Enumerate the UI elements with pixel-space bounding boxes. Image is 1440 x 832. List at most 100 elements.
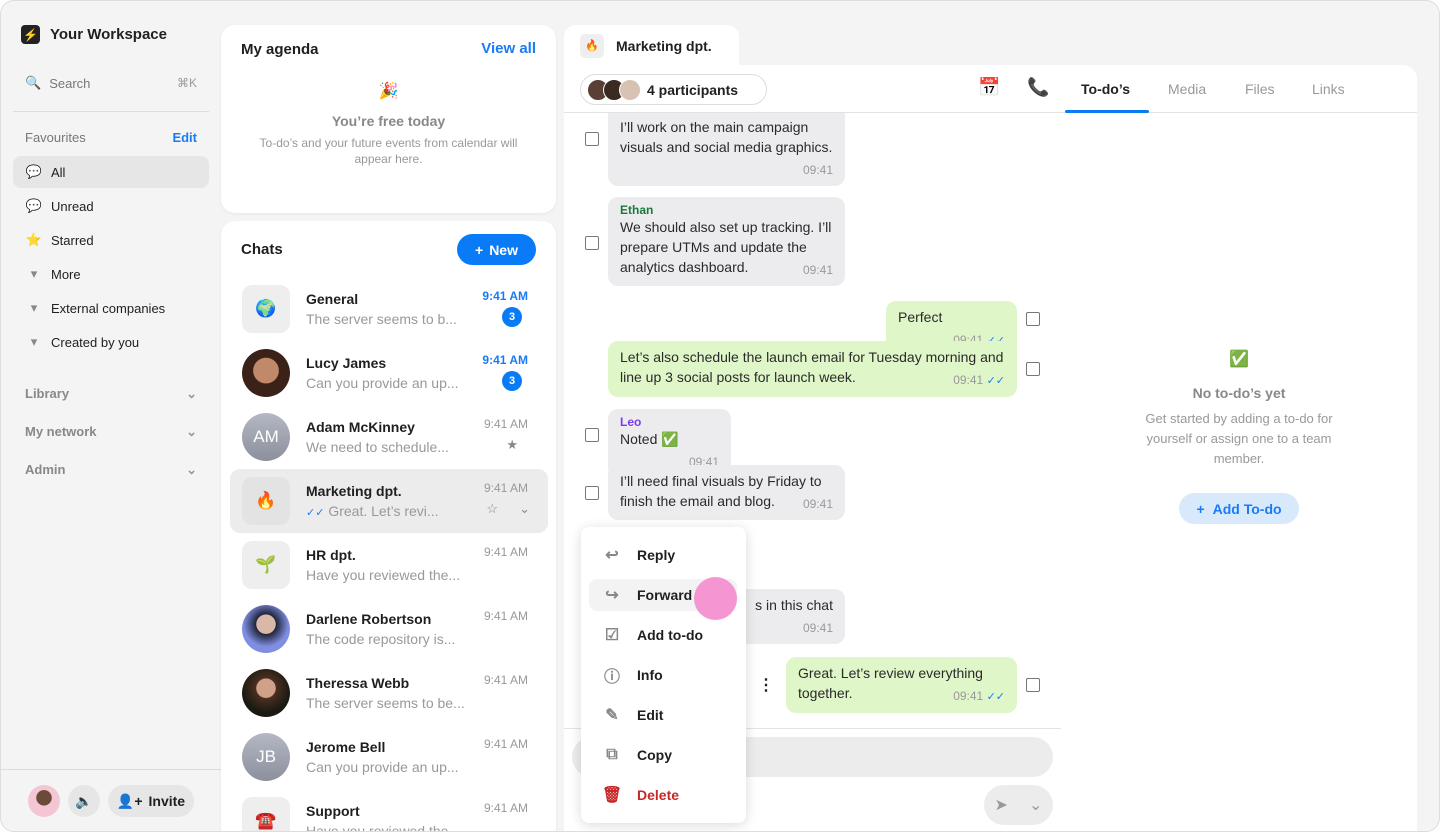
menu-item-copy[interactable]: ⧉ Copy xyxy=(589,739,737,771)
select-checkbox[interactable] xyxy=(585,132,599,146)
divider xyxy=(1,769,221,770)
copy-icon: ⧉ xyxy=(606,746,618,763)
globe-icon: 🌍 xyxy=(242,285,290,333)
chat-list-item[interactable]: 🌱 HR dpt. Have you reviewed the... 9:41 AM xyxy=(230,533,548,597)
tab-links[interactable]: Links xyxy=(1312,81,1345,97)
chat-list-item[interactable]: 🌍 General The server seems to b... 9:41 AM 3 xyxy=(230,277,548,341)
double-check-icon: ✓✓ xyxy=(986,691,1005,703)
caret-down-icon: ▾ xyxy=(30,334,38,349)
star-outline-icon[interactable]: ☆ xyxy=(486,501,498,517)
active-tab-indicator xyxy=(1065,110,1149,113)
phone-icon[interactable]: 📞 xyxy=(1027,77,1049,98)
chevron-down-icon: ⌄ xyxy=(186,386,197,401)
menu-item-delete[interactable]: 🗑 Delete xyxy=(589,779,737,811)
info-icon: ⓘ xyxy=(603,669,620,686)
divider xyxy=(13,111,209,112)
new-chat-button[interactable]: + New xyxy=(457,234,536,265)
chat-list-item[interactable]: AM Adam McKinney We need to schedule... 9:4… xyxy=(230,405,548,469)
trash-icon: 🗑 xyxy=(601,787,623,804)
edit-favourites-link[interactable]: Edit xyxy=(172,130,197,145)
sidebar-item-external-companies[interactable]: ▾ External companies xyxy=(13,292,209,324)
chat-list-item[interactable]: ☎️ Support Have you reviewed the... 9:41 AM xyxy=(230,789,548,831)
sidebar-item-unread[interactable]: 💬 Unread xyxy=(13,190,209,222)
details-tabs: To-do’s Media Files Links xyxy=(1061,65,1417,113)
sidebar-item-more[interactable]: ▾ More xyxy=(13,258,209,290)
details-panel: To-do’s Media Files Links ✅ No to-do’s y… xyxy=(1061,65,1417,831)
speech-bubble-icon: 💬 xyxy=(25,164,43,179)
section-library[interactable]: Library ⌄ xyxy=(25,386,197,402)
message-bubble-own[interactable]: Great. Let’s review everything together.… xyxy=(786,657,1017,713)
workspace-switcher[interactable]: ⚡ Your Workspace xyxy=(21,25,167,44)
search-button[interactable]: 🔍 Search ⌘K xyxy=(25,75,197,91)
pencil-icon: ✎ xyxy=(605,707,619,724)
send-button[interactable]: ➤ ⌄ xyxy=(984,785,1053,825)
avatar xyxy=(242,349,290,397)
chat-list-item[interactable]: Lucy James Can you provide an up... 9:41 A… xyxy=(230,341,548,405)
chevron-down-icon[interactable]: ⌄ xyxy=(1029,795,1042,815)
party-popper-icon: 🎉 xyxy=(378,83,399,100)
sidebar-item-all[interactable]: 💬 All xyxy=(13,156,209,188)
add-user-icon: 👤+ xyxy=(116,792,143,809)
menu-item-add-todo[interactable]: ☑ Add to-do xyxy=(589,619,737,651)
plus-icon: + xyxy=(475,241,484,258)
fire-icon: 🔥 xyxy=(580,33,604,58)
chat-list-item-selected[interactable]: 🔥 Marketing dpt. ✓✓ Great. Let’s revi... 9:… xyxy=(230,469,548,533)
seedling-icon: 🌱 xyxy=(242,541,290,589)
conversation-panel: 4 participants 📅 📞 I’ll work on the main… xyxy=(564,65,1061,831)
select-checkbox[interactable] xyxy=(1026,362,1040,376)
menu-item-edit[interactable]: ✎ Edit xyxy=(589,699,737,731)
message-bubble-own[interactable]: Let’s also schedule the launch email for… xyxy=(608,341,1017,397)
calendar-add-icon[interactable]: 📅 xyxy=(978,77,1000,98)
caret-down-icon: ▾ xyxy=(30,300,38,315)
select-checkbox[interactable] xyxy=(585,428,599,442)
participants-button[interactable]: 4 participants xyxy=(580,74,767,105)
view-all-link[interactable]: View all xyxy=(481,40,536,57)
checklist-icon: ☑ xyxy=(604,627,620,644)
menu-item-info[interactable]: ⓘ Info xyxy=(589,659,737,691)
section-admin[interactable]: Admin ⌄ xyxy=(25,462,197,478)
chat-list-item[interactable]: Theressa Webb The server seems to be... 9:… xyxy=(230,661,548,725)
fire-icon: 🔥 xyxy=(242,477,290,525)
check-mark-icon: ✅ xyxy=(1229,351,1249,368)
speaker-button[interactable]: 🔈 xyxy=(68,785,100,817)
unread-badge: 3 xyxy=(502,371,522,391)
chats-card: Chats + New 🌍 General The server seems to b… xyxy=(221,221,556,831)
chevron-down-icon: ⌄ xyxy=(186,424,197,439)
forward-icon: ↪ xyxy=(605,587,619,604)
tab-files[interactable]: Files xyxy=(1245,81,1275,97)
speaker-icon: 🔈 xyxy=(75,792,93,809)
sidebar-item-created-by-you[interactable]: ▾ Created by you xyxy=(13,326,209,358)
chat-list-item[interactable]: Darlene Robertson The code repository is.… xyxy=(230,597,548,661)
workspace-logo-icon: ⚡ xyxy=(21,25,40,44)
send-icon: ➤ xyxy=(994,797,1008,814)
star-icon[interactable]: ★ xyxy=(506,437,518,453)
unread-badge: 3 xyxy=(502,307,522,327)
avatar xyxy=(242,669,290,717)
user-avatar[interactable] xyxy=(28,785,60,817)
chat-list-item[interactable]: JB Jerome Bell Can you provide an up... 9:4… xyxy=(230,725,548,789)
tab-todos[interactable]: To-do’s xyxy=(1081,81,1130,97)
double-check-icon: ✓✓ xyxy=(986,375,1005,387)
invite-button[interactable]: 👤+ Invite xyxy=(108,785,194,817)
more-options-icon[interactable]: ⋮ xyxy=(758,675,774,695)
double-check-icon: ✓✓ xyxy=(306,507,325,519)
message-bubble[interactable]: I’ll need final visuals by Friday to fin… xyxy=(608,465,845,520)
avatar xyxy=(242,605,290,653)
chevron-down-icon[interactable]: ⌄ xyxy=(519,501,530,517)
tab-media[interactable]: Media xyxy=(1168,81,1206,97)
sidebar-item-starred[interactable]: ⭐ Starred xyxy=(13,224,209,256)
select-checkbox[interactable] xyxy=(1026,312,1040,326)
message-bubble[interactable]: I’ll work on the main campaign visuals a… xyxy=(608,111,845,186)
tab-marketing-dpt[interactable]: 🔥 Marketing dpt. xyxy=(564,25,739,66)
pointer-cursor-indicator xyxy=(694,577,737,620)
participant-avatars xyxy=(587,78,641,101)
select-checkbox[interactable] xyxy=(585,486,599,500)
caret-down-icon: ▾ xyxy=(30,266,38,281)
telephone-icon: ☎️ xyxy=(242,797,290,831)
select-checkbox[interactable] xyxy=(1026,678,1040,692)
menu-item-reply[interactable]: ↩ Reply xyxy=(589,539,737,571)
add-todo-button[interactable]: + Add To-do xyxy=(1179,493,1299,524)
section-my-network[interactable]: My network ⌄ xyxy=(25,424,197,440)
select-checkbox[interactable] xyxy=(585,236,599,250)
message-bubble[interactable]: Ethan We should also set up tracking. I’l… xyxy=(608,197,845,286)
